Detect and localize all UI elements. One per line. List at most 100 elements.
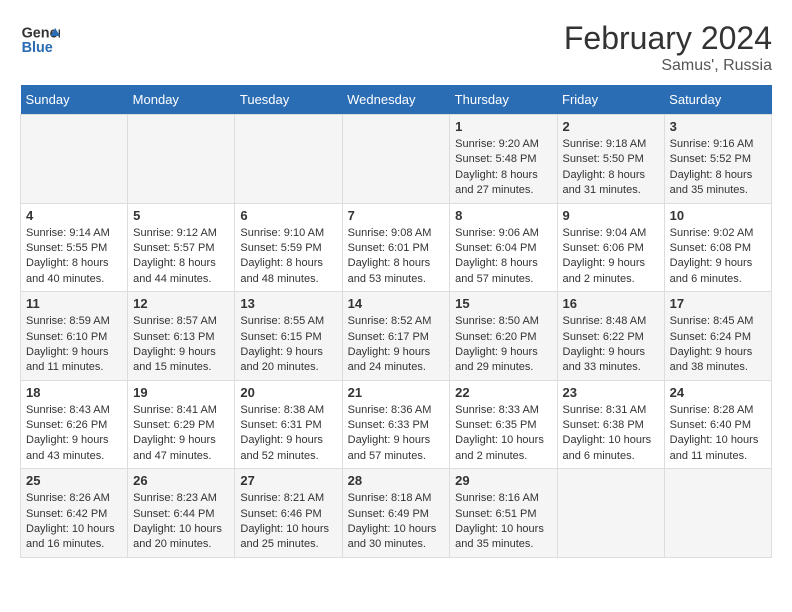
calendar-cell	[235, 115, 342, 204]
calendar-header-row: SundayMondayTuesdayWednesdayThursdayFrid…	[21, 85, 772, 115]
day-info: Sunrise: 8:50 AMSunset: 6:20 PMDaylight:…	[455, 314, 551, 376]
day-number: 29	[455, 473, 551, 488]
day-info: Sunrise: 8:21 AMSunset: 6:46 PMDaylight:…	[240, 491, 336, 553]
day-number: 27	[240, 473, 336, 488]
calendar-cell: 25Sunrise: 8:26 AMSunset: 6:42 PMDayligh…	[21, 469, 128, 558]
day-number: 28	[348, 473, 445, 488]
day-info: Sunrise: 9:08 AMSunset: 6:01 PMDaylight:…	[348, 226, 445, 288]
calendar-cell: 6 Sunrise: 9:10 AMSunset: 5:59 PMDaylight…	[235, 203, 342, 292]
day-number: 17	[670, 296, 766, 311]
calendar-cell: 13Sunrise: 8:55 AMSunset: 6:15 PMDayligh…	[235, 292, 342, 381]
day-info: Sunrise: 8:36 AMSunset: 6:33 PMDaylight:…	[348, 403, 445, 465]
day-info: Sunrise: 9:06 AMSunset: 6:04 PMDaylight:…	[455, 226, 551, 288]
day-info: Sunrise: 8:18 AMSunset: 6:49 PMDaylight:…	[348, 491, 445, 553]
page-title: February 2024	[564, 20, 772, 57]
calendar-cell	[342, 115, 450, 204]
calendar-cell: 15 Sunrise: 8:50 AMSunset: 6:20 PMDayligh…	[450, 292, 557, 381]
weekday-header: Monday	[128, 85, 235, 115]
day-number: 14	[348, 296, 445, 311]
day-info: Sunrise: 9:20 AMSunset: 5:48 PMDaylight:…	[455, 137, 551, 199]
calendar-cell: 9 Sunrise: 9:04 AMSunset: 6:06 PMDaylight…	[557, 203, 664, 292]
day-number: 6	[240, 208, 336, 223]
day-number: 5	[133, 208, 229, 223]
calendar-week-row: 18Sunrise: 8:43 AMSunset: 6:26 PMDayligh…	[21, 380, 772, 469]
calendar-cell: 7 Sunrise: 9:08 AMSunset: 6:01 PMDaylight…	[342, 203, 450, 292]
day-number: 9	[563, 208, 659, 223]
calendar-cell: 16 Sunrise: 8:48 AMSunset: 6:22 PMDayligh…	[557, 292, 664, 381]
day-number: 16	[563, 296, 659, 311]
calendar-cell: 24 Sunrise: 8:28 AMSunset: 6:40 PMDayligh…	[664, 380, 771, 469]
calendar-cell: 20 Sunrise: 8:38 AMSunset: 6:31 PMDayligh…	[235, 380, 342, 469]
calendar-cell	[557, 469, 664, 558]
day-number: 4	[26, 208, 122, 223]
day-info: Sunrise: 9:04 AMSunset: 6:06 PMDaylight:…	[563, 226, 659, 288]
page-header: General Blue February 2024 Samus', Russi…	[20, 20, 772, 75]
calendar-week-row: 4Sunrise: 9:14 AMSunset: 5:55 PMDaylight…	[21, 203, 772, 292]
calendar-cell: 22 Sunrise: 8:33 AMSunset: 6:35 PMDayligh…	[450, 380, 557, 469]
calendar-cell: 23 Sunrise: 8:31 AMSunset: 6:38 PMDayligh…	[557, 380, 664, 469]
day-number: 1	[455, 119, 551, 134]
title-block: February 2024 Samus', Russia	[564, 20, 772, 75]
calendar-cell: 28 Sunrise: 8:18 AMSunset: 6:49 PMDayligh…	[342, 469, 450, 558]
calendar-week-row: 1 Sunrise: 9:20 AMSunset: 5:48 PMDaylight…	[21, 115, 772, 204]
day-number: 3	[670, 119, 766, 134]
day-info: Sunrise: 8:52 AMSunset: 6:17 PMDaylight:…	[348, 314, 445, 376]
day-number: 12	[133, 296, 229, 311]
calendar-cell: 4Sunrise: 9:14 AMSunset: 5:55 PMDaylight…	[21, 203, 128, 292]
weekday-header: Tuesday	[235, 85, 342, 115]
weekday-header: Friday	[557, 85, 664, 115]
day-info: Sunrise: 9:10 AMSunset: 5:59 PMDaylight:…	[240, 226, 336, 288]
day-number: 24	[670, 385, 766, 400]
day-info: Sunrise: 9:02 AMSunset: 6:08 PMDaylight:…	[670, 226, 766, 288]
calendar-cell	[128, 115, 235, 204]
day-info: Sunrise: 9:16 AMSunset: 5:52 PMDaylight:…	[670, 137, 766, 199]
day-number: 15	[455, 296, 551, 311]
day-info: Sunrise: 8:41 AMSunset: 6:29 PMDaylight:…	[133, 403, 229, 465]
calendar-cell: 12 Sunrise: 8:57 AMSunset: 6:13 PMDayligh…	[128, 292, 235, 381]
calendar-table: SundayMondayTuesdayWednesdayThursdayFrid…	[20, 85, 772, 558]
calendar-cell: 1 Sunrise: 9:20 AMSunset: 5:48 PMDaylight…	[450, 115, 557, 204]
day-info: Sunrise: 8:59 AMSunset: 6:10 PMDaylight:…	[26, 314, 122, 376]
calendar-cell: 14 Sunrise: 8:52 AMSunset: 6:17 PMDayligh…	[342, 292, 450, 381]
svg-text:Blue: Blue	[22, 40, 53, 56]
day-number: 11	[26, 296, 122, 311]
day-info: Sunrise: 8:57 AMSunset: 6:13 PMDaylight:…	[133, 314, 229, 376]
weekday-header: Wednesday	[342, 85, 450, 115]
day-number: 25	[26, 473, 122, 488]
calendar-cell: 2 Sunrise: 9:18 AMSunset: 5:50 PMDaylight…	[557, 115, 664, 204]
day-number: 19	[133, 385, 229, 400]
day-number: 10	[670, 208, 766, 223]
calendar-cell: 5Sunrise: 9:12 AMSunset: 5:57 PMDaylight…	[128, 203, 235, 292]
day-number: 18	[26, 385, 122, 400]
day-number: 7	[348, 208, 445, 223]
calendar-week-row: 11 Sunrise: 8:59 AMSunset: 6:10 PMDayligh…	[21, 292, 772, 381]
calendar-week-row: 25Sunrise: 8:26 AMSunset: 6:42 PMDayligh…	[21, 469, 772, 558]
day-info: Sunrise: 8:23 AMSunset: 6:44 PMDaylight:…	[133, 491, 229, 553]
day-number: 26	[133, 473, 229, 488]
day-number: 2	[563, 119, 659, 134]
calendar-cell	[21, 115, 128, 204]
calendar-cell: 8 Sunrise: 9:06 AMSunset: 6:04 PMDaylight…	[450, 203, 557, 292]
day-info: Sunrise: 8:48 AMSunset: 6:22 PMDaylight:…	[563, 314, 659, 376]
weekday-header: Thursday	[450, 85, 557, 115]
day-info: Sunrise: 8:33 AMSunset: 6:35 PMDaylight:…	[455, 403, 551, 465]
day-info: Sunrise: 8:45 AMSunset: 6:24 PMDaylight:…	[670, 314, 766, 376]
day-info: Sunrise: 8:16 AMSunset: 6:51 PMDaylight:…	[455, 491, 551, 553]
day-number: 13	[240, 296, 336, 311]
day-number: 22	[455, 385, 551, 400]
calendar-cell: 21 Sunrise: 8:36 AMSunset: 6:33 PMDayligh…	[342, 380, 450, 469]
day-number: 20	[240, 385, 336, 400]
day-info: Sunrise: 8:31 AMSunset: 6:38 PMDaylight:…	[563, 403, 659, 465]
day-info: Sunrise: 9:18 AMSunset: 5:50 PMDaylight:…	[563, 137, 659, 199]
calendar-cell: 11 Sunrise: 8:59 AMSunset: 6:10 PMDayligh…	[21, 292, 128, 381]
day-info: Sunrise: 8:38 AMSunset: 6:31 PMDaylight:…	[240, 403, 336, 465]
day-number: 8	[455, 208, 551, 223]
calendar-cell: 10 Sunrise: 9:02 AMSunset: 6:08 PMDayligh…	[664, 203, 771, 292]
weekday-header: Saturday	[664, 85, 771, 115]
day-info: Sunrise: 8:28 AMSunset: 6:40 PMDaylight:…	[670, 403, 766, 465]
calendar-cell: 18Sunrise: 8:43 AMSunset: 6:26 PMDayligh…	[21, 380, 128, 469]
calendar-cell: 26 Sunrise: 8:23 AMSunset: 6:44 PMDayligh…	[128, 469, 235, 558]
day-number: 23	[563, 385, 659, 400]
calendar-cell	[664, 469, 771, 558]
day-number: 21	[348, 385, 445, 400]
